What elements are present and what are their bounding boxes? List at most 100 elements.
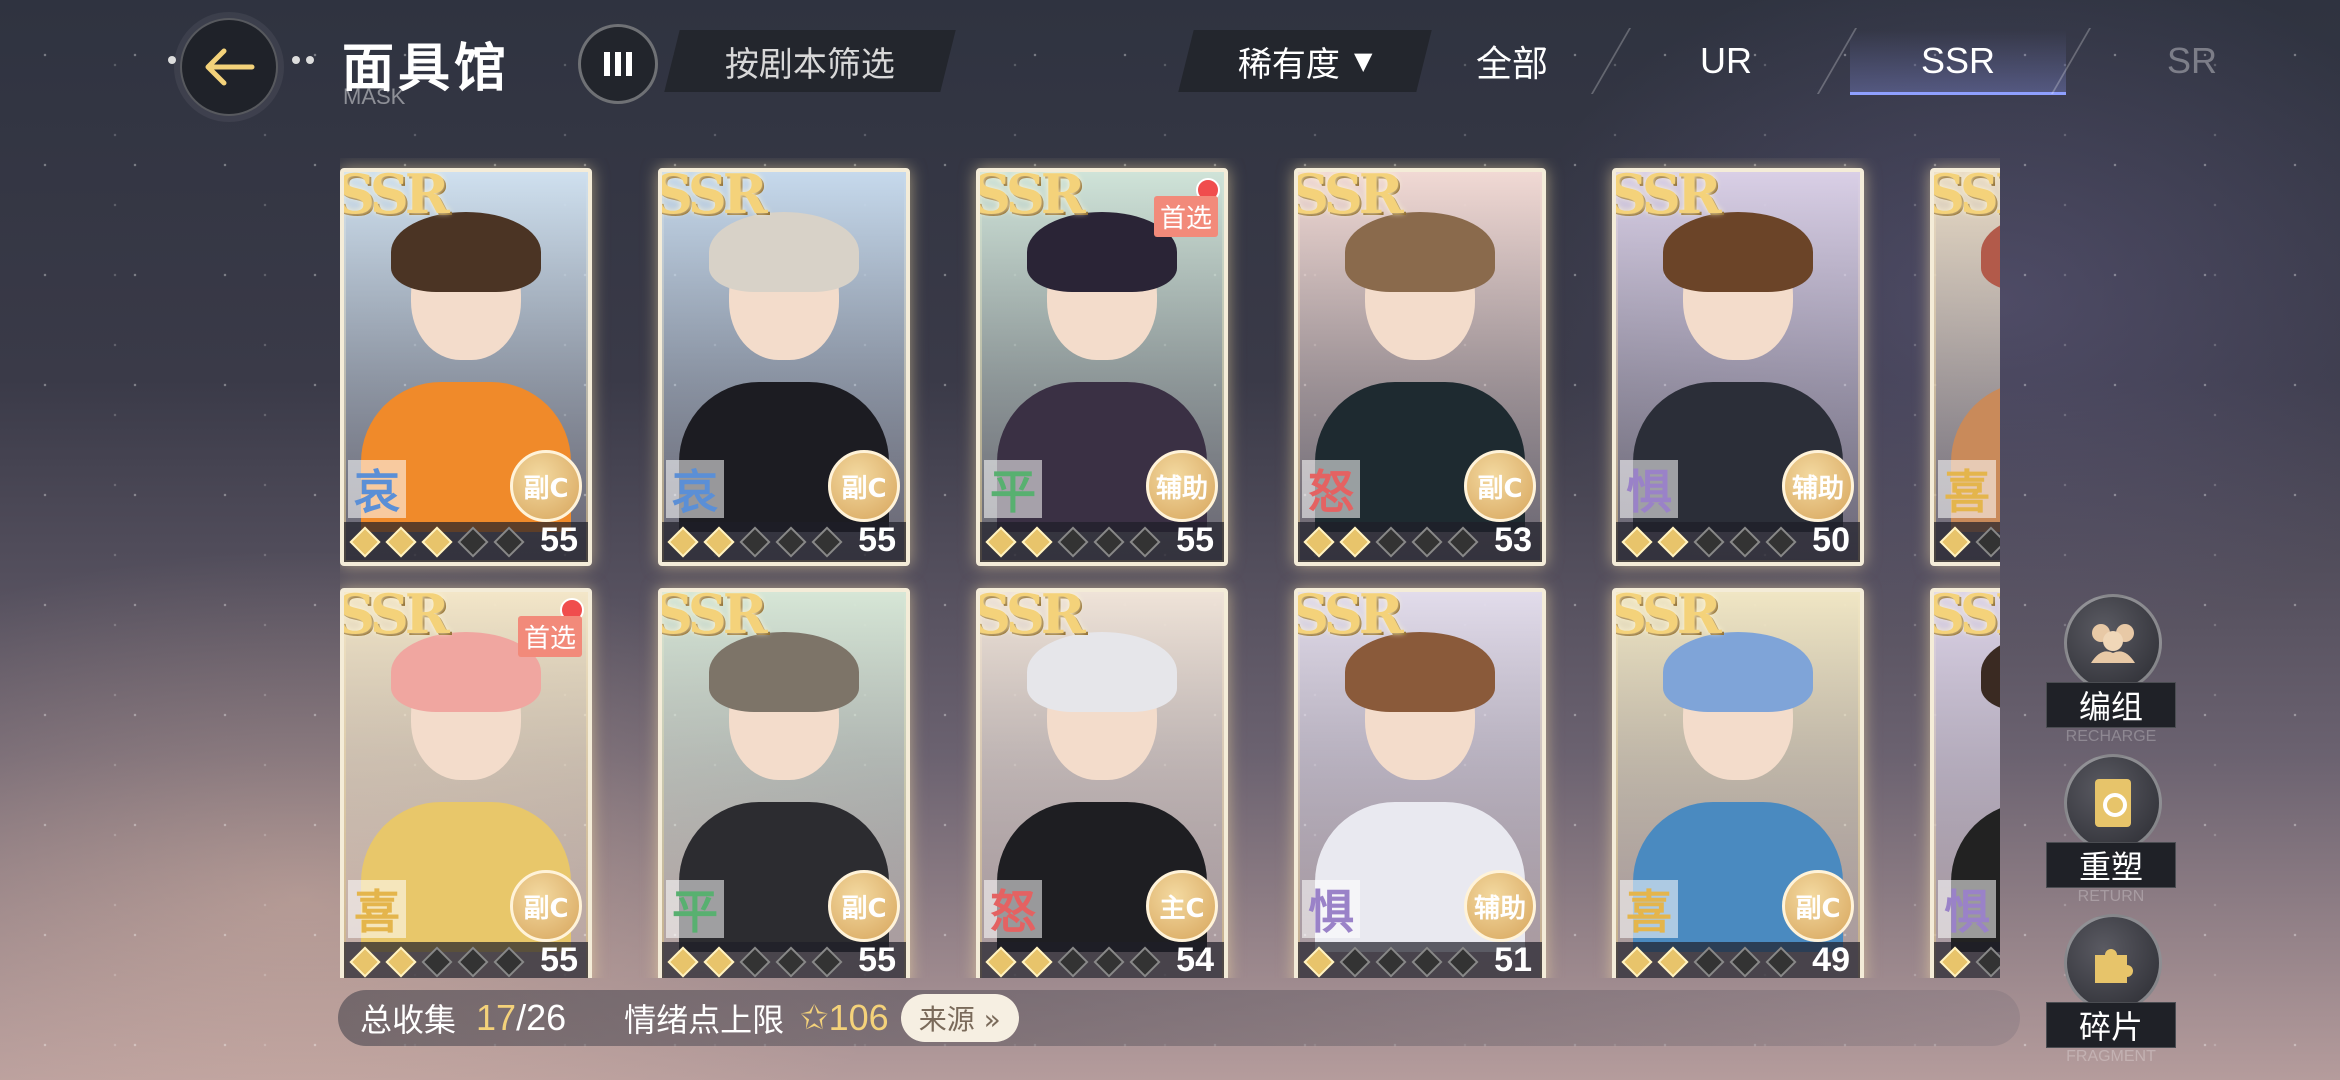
fragment-label: 碎片 xyxy=(2046,1002,2176,1048)
mask-card-grid: SSR 哀 副C 55 SSR 哀 副C 55 SSR 首选 平 辅助 55 S… xyxy=(340,158,2000,978)
mask-card[interactable]: SSR 哀 副C 55 xyxy=(340,168,592,566)
source-button[interactable]: 来源 » xyxy=(900,994,1019,1042)
rarity-badge: SSR xyxy=(340,588,450,646)
reshape-button[interactable]: 重塑 RETURN xyxy=(2046,754,2176,906)
emotion-cap-label: 情绪点上限 xyxy=(624,1001,785,1039)
star-gem-icon xyxy=(1339,526,1371,558)
mask-card[interactable]: SSR 哀 副C 55 xyxy=(658,168,910,566)
mask-card[interactable]: SSR 喜 副C 49 xyxy=(1612,588,1864,978)
card-level: 54 xyxy=(1176,941,1214,978)
tab-ur[interactable]: UR xyxy=(1650,30,1802,92)
rarity-badge: SSR xyxy=(1934,588,2000,646)
role-badge: 辅助 xyxy=(1782,450,1854,522)
back-button[interactable] xyxy=(180,18,278,116)
mask-card[interactable]: SSR 怒 副C 53 xyxy=(1294,168,1546,566)
star-gem-icon xyxy=(811,946,843,978)
mask-card[interactable]: SSR 怒 主C 54 xyxy=(976,588,1228,978)
emotion-badge: 哀 xyxy=(666,460,724,519)
tab-label: SSR xyxy=(1920,40,1996,81)
rarity-badge: SSR xyxy=(658,168,768,226)
emotion-badge: 平 xyxy=(666,880,724,939)
star-gem-icon xyxy=(1765,526,1797,558)
card-level: 55 xyxy=(540,521,578,559)
tab-all[interactable]: 全部 xyxy=(1436,30,1588,92)
fragment-en-label: FRAGMENT xyxy=(2066,1048,2156,1065)
star-gem-icon xyxy=(1057,946,1089,978)
mask-card[interactable]: SSR 惧 辅助 50 xyxy=(1612,168,1864,566)
star-gem-icon xyxy=(1975,946,2000,978)
star-gem-icon xyxy=(1729,946,1761,978)
mask-card[interactable]: SSR 惧 xyxy=(1930,588,2000,978)
filter-by-script-button[interactable]: 按剧本筛选 xyxy=(664,30,956,92)
star-gem-icon xyxy=(1129,526,1161,558)
card-level: 53 xyxy=(1494,521,1532,559)
star-gem-icon xyxy=(1729,526,1761,558)
emotion-badge: 惧 xyxy=(1620,460,1678,519)
star-gem-icon xyxy=(1693,946,1725,978)
star-gem-icon xyxy=(1621,526,1653,558)
star-gem-icon xyxy=(1765,946,1797,978)
star-gem-icon xyxy=(1375,526,1407,558)
star-gem-icon xyxy=(739,526,771,558)
star-gem-icon xyxy=(1447,526,1479,558)
star-gem-icon xyxy=(1657,946,1689,978)
star-gem-icon xyxy=(349,946,381,978)
star-gem-icon xyxy=(1411,526,1443,558)
filter-by-script-label: 按剧本筛选 xyxy=(725,44,895,85)
star-gem-icon xyxy=(349,526,381,558)
star-gem-icon xyxy=(985,526,1017,558)
decor-dot xyxy=(306,56,314,64)
star-gem-icon xyxy=(1021,946,1053,978)
view-toggle-button[interactable] xyxy=(578,24,658,104)
mask-card[interactable]: SSR 平 副C 55 xyxy=(658,588,910,978)
star-gem-icon xyxy=(667,526,699,558)
decor-dot xyxy=(168,56,176,64)
emotion-badge: 惧 xyxy=(1938,880,1996,939)
card-level: 55 xyxy=(858,521,896,559)
rarity-badge: SSR xyxy=(1934,168,2000,226)
rarity-dropdown[interactable]: 稀有度 ▼ xyxy=(1178,30,1432,92)
group-en-label: RECHARGE xyxy=(2065,728,2157,745)
rarity-badge: SSR xyxy=(1612,588,1722,646)
mask-card[interactable]: SSR 首选 平 辅助 55 xyxy=(976,168,1228,566)
first-pick-tag: 首选 xyxy=(517,616,582,657)
role-badge: 主C xyxy=(1146,870,1218,942)
mask-card[interactable]: SSR 首选 喜 副C 55 xyxy=(340,588,592,978)
arrow-left-icon xyxy=(205,48,255,86)
reshape-icon xyxy=(2064,754,2162,852)
tab-label: SR xyxy=(2166,40,2217,81)
star-gem-icon xyxy=(1093,946,1125,978)
emotion-badge: 怒 xyxy=(984,880,1042,939)
tab-sr[interactable]: SR xyxy=(2116,30,2268,92)
rarity-badge: SSR xyxy=(340,168,450,226)
role-badge: 副C xyxy=(828,870,900,942)
role-badge: 副C xyxy=(828,450,900,522)
group-button[interactable]: 编组 RECHARGE xyxy=(2046,594,2176,746)
tab-label: 全部 xyxy=(1475,43,1548,84)
tab-ssr[interactable]: SSR xyxy=(1850,30,2066,95)
star-gem-icon xyxy=(1057,526,1089,558)
rarity-badge: SSR xyxy=(1612,168,1722,226)
star-gem-icon xyxy=(421,946,453,978)
card-level: 49 xyxy=(1812,941,1850,978)
role-badge: 副C xyxy=(510,450,582,522)
mask-card[interactable]: SSR 喜 副C xyxy=(1930,168,2000,566)
star-gem-icon xyxy=(1657,526,1689,558)
emotion-badge: 惧 xyxy=(1302,880,1360,939)
page-subtitle: MASK xyxy=(343,84,406,109)
star-gem-icon xyxy=(775,946,807,978)
emotion-badge: 怒 xyxy=(1302,460,1360,519)
star-gem-icon xyxy=(1375,946,1407,978)
role-badge: 辅助 xyxy=(1146,450,1218,522)
star-gem-icon xyxy=(775,526,807,558)
star-gem-icon xyxy=(385,946,417,978)
group-label: 编组 xyxy=(2046,682,2176,728)
mask-card[interactable]: SSR 惧 辅助 51 xyxy=(1294,588,1546,978)
star-gem-icon xyxy=(421,526,453,558)
card-level: 51 xyxy=(1494,941,1532,978)
rarity-dropdown-label: 稀有度 xyxy=(1237,44,1340,85)
fragment-button[interactable]: 碎片 FRAGMENT xyxy=(2046,914,2176,1066)
star-gem-icon xyxy=(1303,526,1335,558)
emotion-badge: 喜 xyxy=(348,880,406,939)
role-badge: 副C xyxy=(1782,870,1854,942)
